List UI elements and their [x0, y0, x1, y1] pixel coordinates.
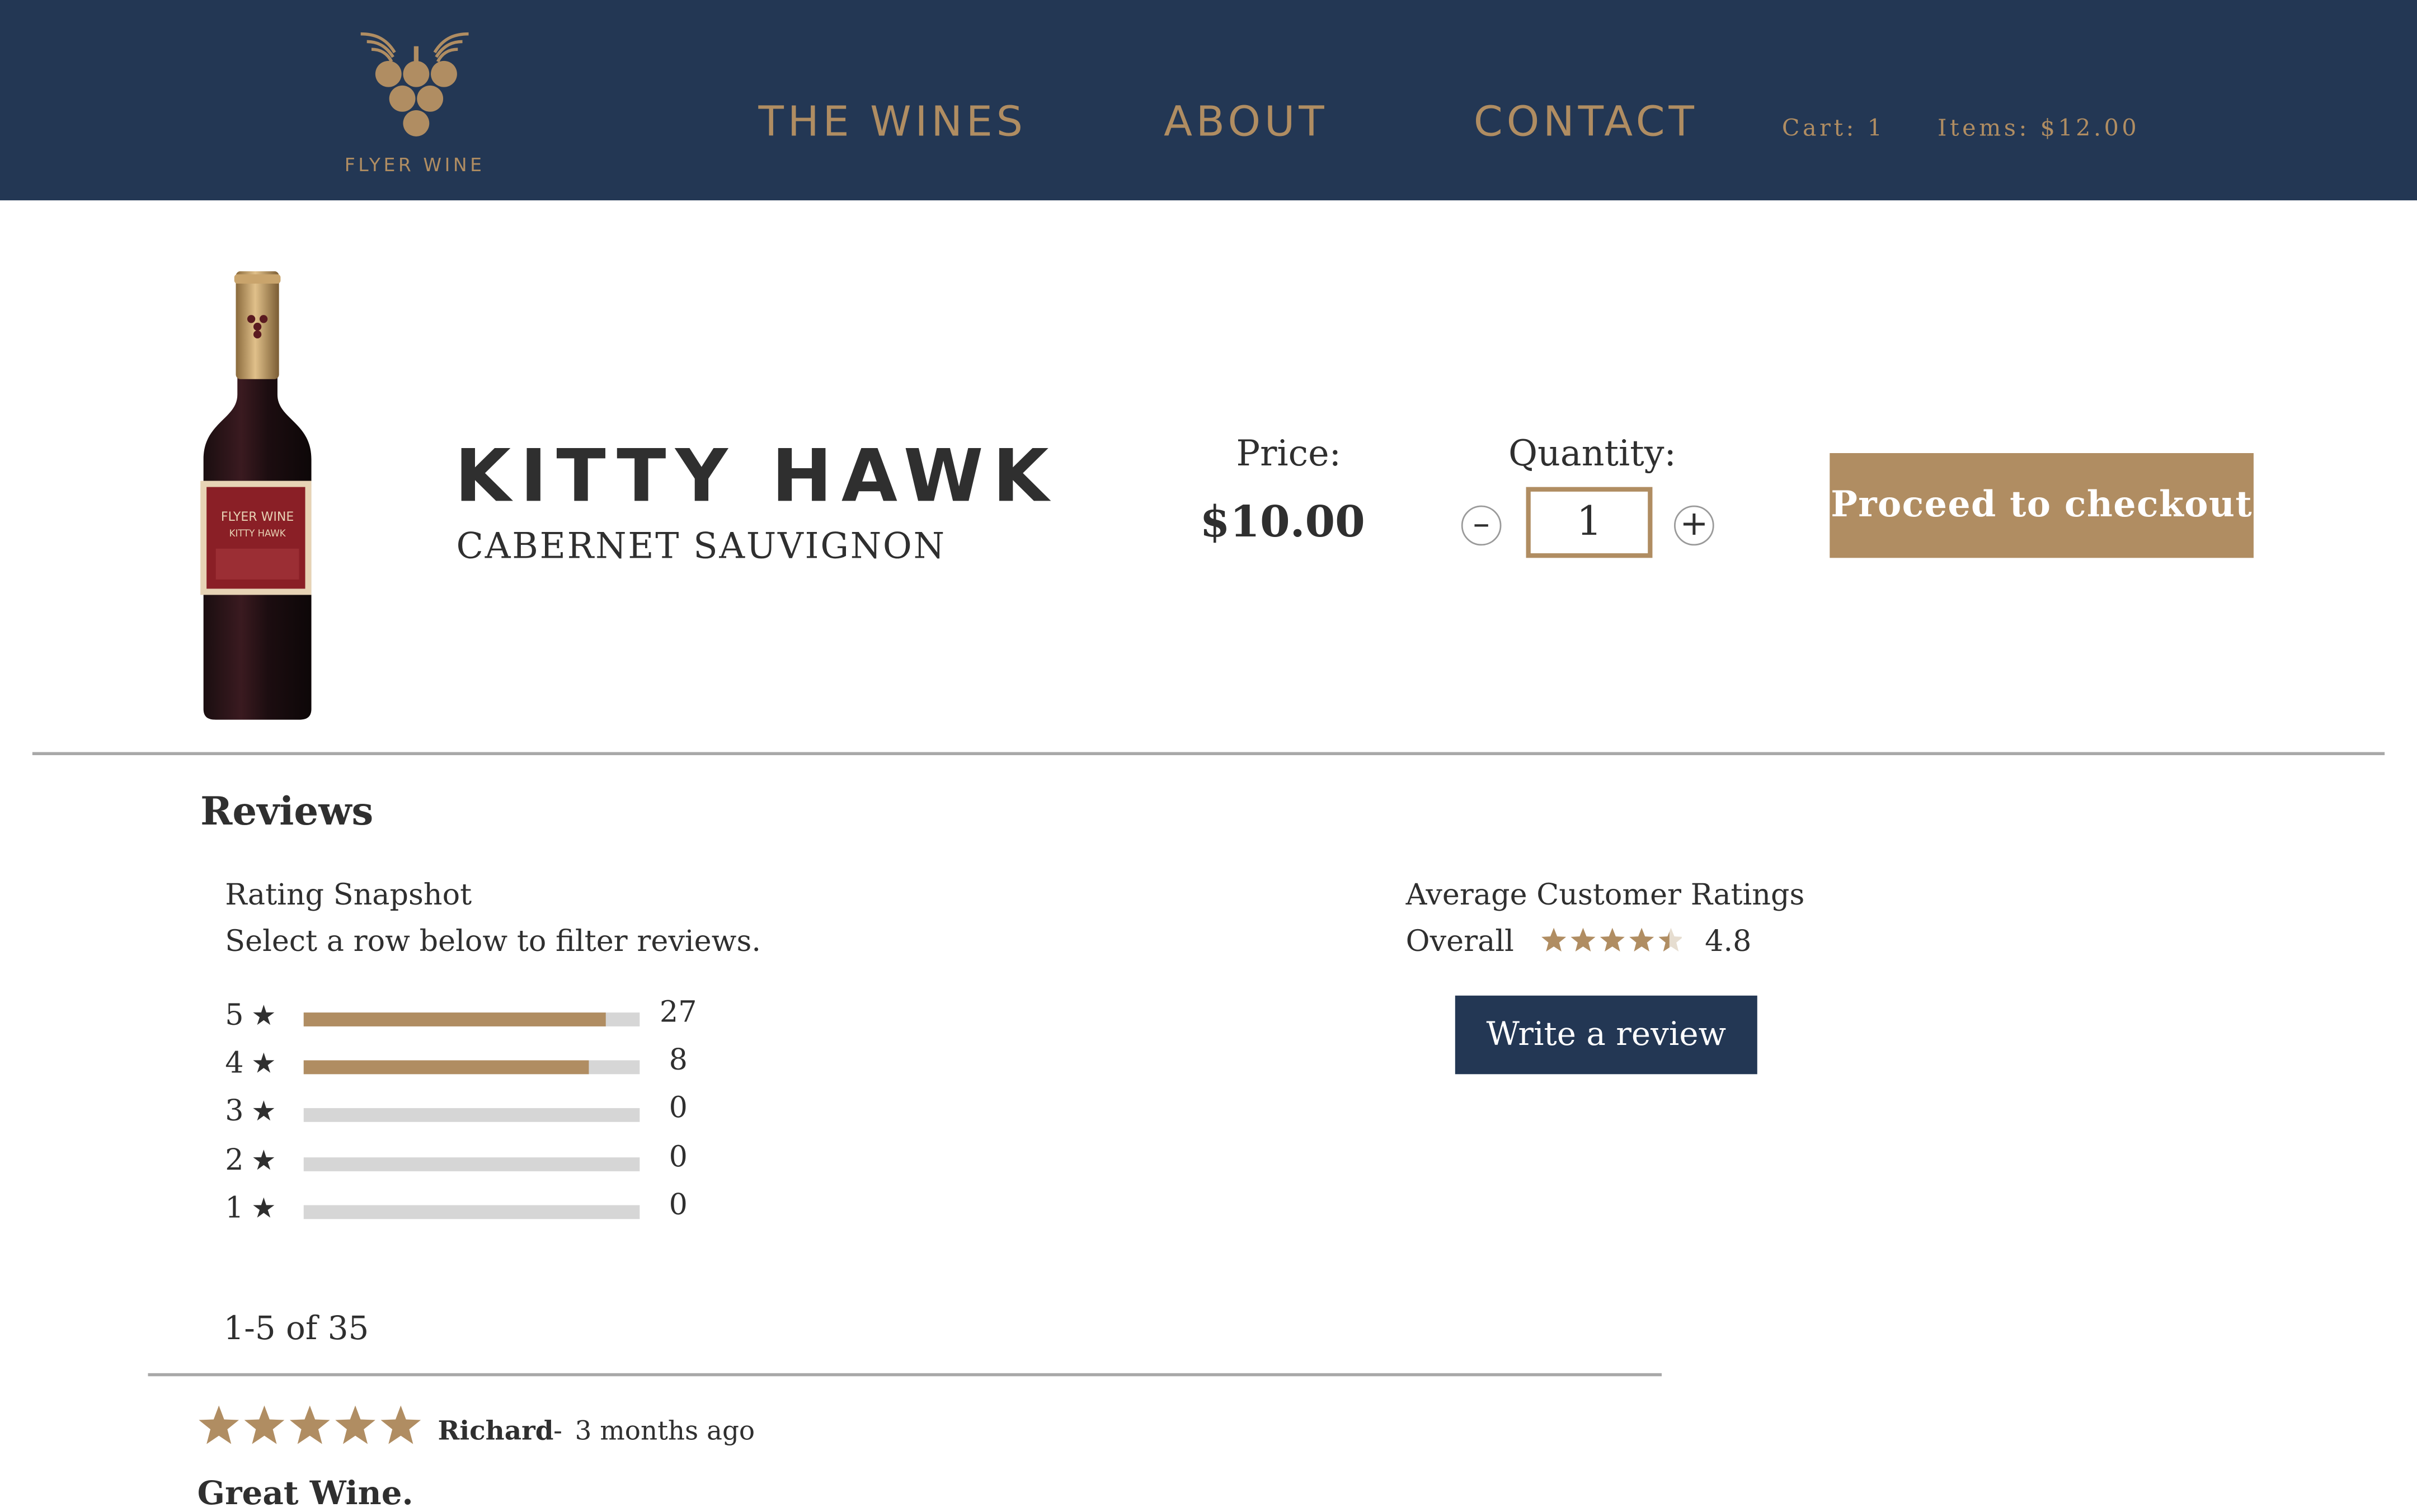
rating-snapshot-title: Rating Snapshot: [225, 878, 472, 913]
quantity-input[interactable]: 1: [1526, 487, 1653, 558]
rating-snapshot-hint: Select a row below to filter reviews.: [225, 925, 761, 959]
bottle-graphic: FLYER WINE KITTY HAWK: [200, 271, 312, 720]
overall-star-rating-icon: [1541, 927, 1684, 952]
rating-bar: [303, 1108, 640, 1122]
nav-contact[interactable]: CONTACT: [1474, 98, 1698, 146]
rating-bar-fill: [303, 1060, 590, 1075]
nav-about[interactable]: ABOUT: [1164, 98, 1328, 146]
reviews-heading: Reviews: [200, 789, 374, 834]
review-separator: -: [553, 1416, 562, 1448]
rating-row-stars: 1: [225, 1191, 244, 1226]
overall-label: Overall: [1405, 925, 1514, 959]
proceed-to-checkout-button[interactable]: Proceed to checkout: [1830, 453, 2254, 558]
bottle-label-wine: KITTY HAWK: [229, 528, 286, 539]
bottle-label-brand: FLYER WINE: [221, 510, 294, 524]
review-pagination-count: 1-5 of 35: [223, 1310, 369, 1347]
nav-the-wines[interactable]: THE WINES: [759, 98, 1027, 146]
rating-row-count: 0: [669, 1188, 688, 1222]
price-value: $10.00: [1200, 496, 1365, 548]
review-rating-stars-icon: [198, 1404, 422, 1461]
star-icon: ★: [251, 1193, 276, 1226]
rating-row-stars: 3: [225, 1094, 244, 1128]
rating-bar: [303, 1205, 640, 1219]
reviews-divider: [148, 1373, 1662, 1376]
logo[interactable]: FLYER WINE: [342, 28, 487, 189]
overall-rating-value: 4.8: [1705, 925, 1752, 959]
cart-items-total[interactable]: Items: $12.00: [1938, 114, 2139, 142]
site-header: FLYER WINE THE WINES ABOUT CONTACT Cart:…: [0, 0, 2417, 201]
rating-row-stars: 5: [225, 998, 244, 1033]
wine-bottle-image: FLYER WINE KITTY HAWK: [194, 271, 321, 721]
rating-row-count: 0: [669, 1091, 688, 1125]
star-icon: ★: [251, 1145, 276, 1177]
wine-name: KITTY HAWK: [454, 434, 1059, 520]
price-label: Price:: [1236, 434, 1342, 475]
write-review-button[interactable]: Write a review: [1455, 995, 1757, 1075]
review-title: Great Wine.: [197, 1473, 413, 1512]
rating-bar: [303, 1157, 640, 1171]
star-icon: ★: [251, 1000, 276, 1033]
rating-bar: [303, 1012, 640, 1026]
rating-row-stars: 4: [225, 1046, 244, 1081]
rating-row-count: 0: [669, 1140, 688, 1175]
average-ratings-title: Average Customer Ratings: [1405, 878, 1805, 913]
rating-row-count: 8: [669, 1043, 688, 1077]
star-icon: ★: [251, 1095, 276, 1128]
overall-stars-icon: [1540, 926, 1684, 962]
quantity-label: Quantity:: [1508, 434, 1676, 475]
review-author: Richard: [438, 1416, 554, 1448]
review-five-stars-icon: [199, 1405, 421, 1444]
logo-text: FLYER WINE: [344, 154, 485, 176]
star-icon: ★: [251, 1048, 276, 1081]
section-divider: [32, 752, 2385, 755]
rating-row-count: 27: [659, 995, 697, 1030]
quantity-increase-button[interactable]: +: [1674, 505, 1714, 546]
grape-logo-icon: [360, 32, 469, 136]
cart-count[interactable]: Cart: 1: [1782, 114, 1885, 142]
review-timestamp: 3 months ago: [575, 1416, 755, 1448]
wine-variety: CABERNET SAUVIGNON: [456, 527, 946, 567]
rating-bar: [303, 1060, 640, 1075]
quantity-decrease-button[interactable]: –: [1461, 505, 1502, 546]
rating-bar-fill: [303, 1012, 606, 1026]
rating-row-stars: 2: [225, 1143, 244, 1177]
